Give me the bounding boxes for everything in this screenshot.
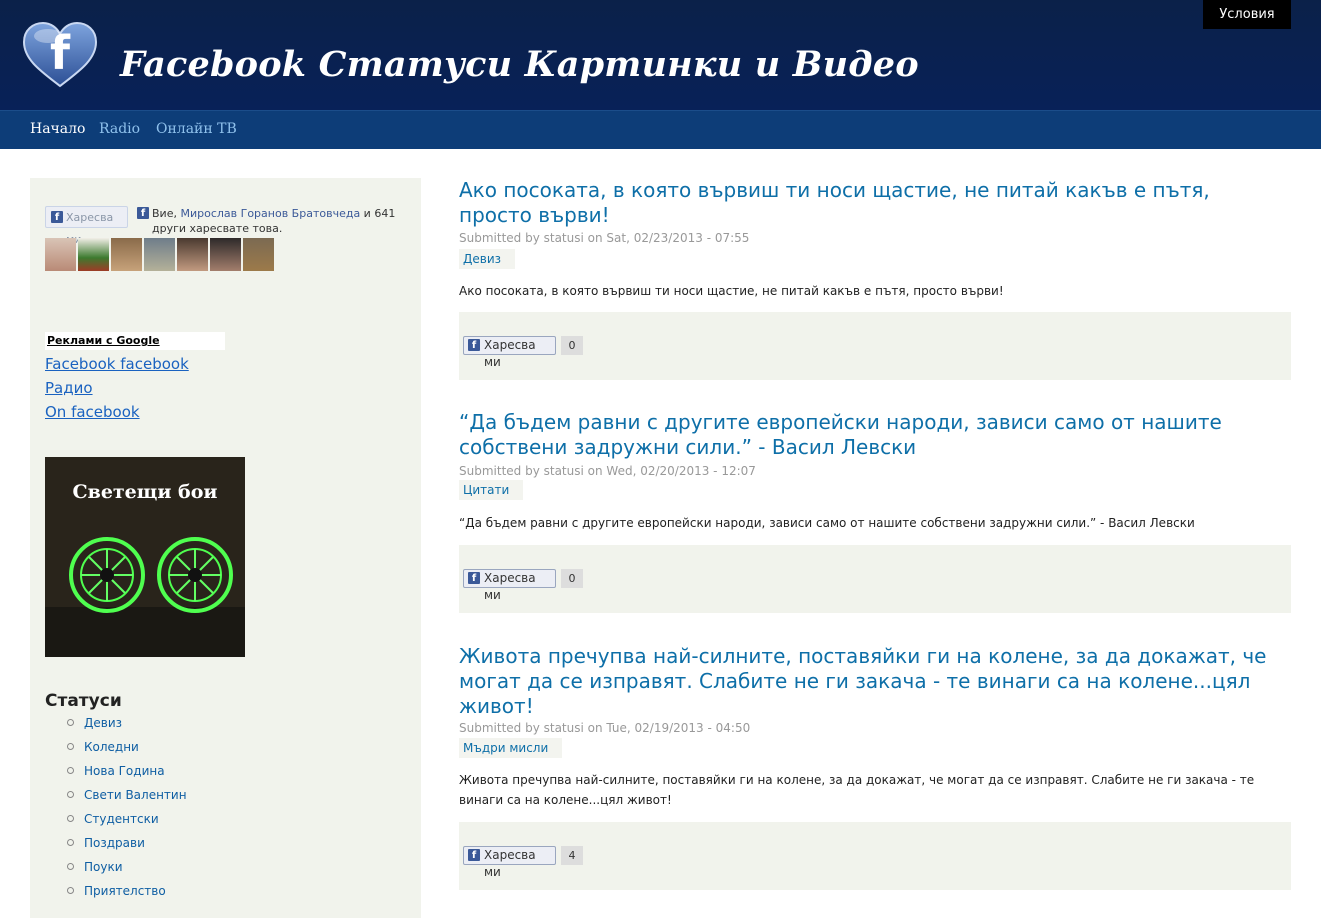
avatar[interactable] bbox=[45, 238, 76, 271]
category-link[interactable]: Приятелство bbox=[84, 884, 166, 898]
bullet-icon bbox=[67, 743, 74, 750]
category-link[interactable]: Поуки bbox=[84, 860, 123, 874]
like-button[interactable]: f Харесва ми bbox=[463, 846, 556, 879]
category-link[interactable]: Свети Валентин bbox=[84, 788, 187, 802]
google-ads-label[interactable]: Реклами с Google bbox=[45, 332, 225, 350]
ad-link-facebook[interactable]: Facebook facebook bbox=[45, 355, 189, 373]
post-tag-link[interactable]: Мъдри мисли bbox=[459, 738, 563, 758]
avatar[interactable] bbox=[210, 238, 241, 271]
site-header: f Facebook Статуси Картинки и Видео Усло… bbox=[0, 0, 1321, 110]
site-title[interactable]: Facebook Статуси Картинки и Видео bbox=[120, 44, 919, 85]
sidebar-like-button[interactable]: f Харесва ми bbox=[45, 206, 128, 246]
like-button[interactable]: f Харесва ми bbox=[463, 336, 556, 369]
category-link[interactable]: Поздрави bbox=[84, 836, 145, 850]
post-tag-link[interactable]: Цитати bbox=[459, 480, 524, 500]
category-link[interactable]: Студентски bbox=[84, 812, 159, 826]
promo-banner-glowing-paints[interactable]: Светещи бои bbox=[45, 457, 245, 657]
like-button-label: Харесва ми bbox=[484, 338, 536, 369]
like-social-text: Вие, Мирослав Горанов Братовчеда и 641 д… bbox=[152, 206, 407, 236]
like-text-prefix: Вие, bbox=[152, 207, 181, 220]
bullet-icon bbox=[67, 719, 74, 726]
facebook-heart-logo[interactable]: f bbox=[22, 21, 98, 88]
statuses-heading: Статуси bbox=[45, 691, 122, 711]
facebook-f-icon: f bbox=[468, 572, 480, 584]
avatar[interactable] bbox=[111, 238, 142, 271]
post-meta: Submitted by statusi on Sat, 02/23/2013 … bbox=[459, 231, 750, 245]
ad-link-on-facebook[interactable]: On facebook bbox=[45, 403, 140, 421]
promo-title: Светещи бои bbox=[72, 481, 218, 503]
avatar[interactable] bbox=[177, 238, 208, 271]
bullet-icon bbox=[67, 815, 74, 822]
bullet-icon bbox=[67, 887, 74, 894]
bullet-icon bbox=[67, 839, 74, 846]
nav-item-radio[interactable]: Radio bbox=[99, 121, 140, 137]
bullet-icon bbox=[67, 767, 74, 774]
sidebar: f Харесва ми f Вие, Мирослав Горанов Бра… bbox=[30, 178, 421, 918]
avatar[interactable] bbox=[243, 238, 274, 271]
bullet-icon bbox=[67, 863, 74, 870]
like-button-label: Харесва ми bbox=[484, 848, 536, 879]
like-count: 0 bbox=[561, 336, 583, 355]
post-body: Ако посоката, в която вървиш ти носи щас… bbox=[459, 284, 1004, 298]
like-count: 0 bbox=[561, 569, 583, 588]
category-link[interactable]: Нова Година bbox=[84, 764, 165, 778]
post-title-link[interactable]: Ако посоката, в която вървиш ти носи щас… bbox=[459, 178, 1279, 228]
facebook-f-icon: f bbox=[137, 207, 149, 219]
main-nav: Начало Radio Онлайн ТВ bbox=[0, 110, 1321, 149]
like-box: f Харесва ми 0 bbox=[459, 545, 1291, 613]
facebook-f-icon: f bbox=[468, 339, 480, 351]
like-box: f Харесва ми 4 bbox=[459, 822, 1291, 890]
friend-name-link[interactable]: Мирослав Горанов Братовчеда bbox=[180, 207, 360, 220]
nav-item-home[interactable]: Начало bbox=[30, 121, 85, 137]
like-box: f Харесва ми 0 bbox=[459, 312, 1291, 380]
post-title-link[interactable]: “Да бъдем равни с другите европейски нар… bbox=[459, 410, 1279, 460]
avatar[interactable] bbox=[78, 238, 109, 271]
post-meta: Submitted by statusi on Wed, 02/20/2013 … bbox=[459, 464, 756, 478]
post-body: Живота пречупва най-силните, поставяйки … bbox=[459, 773, 1255, 807]
category-link[interactable]: Девиз bbox=[84, 716, 122, 730]
avatar[interactable] bbox=[144, 238, 175, 271]
post-meta: Submitted by statusi on Tue, 02/19/2013 … bbox=[459, 721, 751, 735]
post-tag-link[interactable]: Девиз bbox=[459, 249, 516, 269]
post-body: “Да бъдем равни с другите европейски нар… bbox=[459, 516, 1195, 530]
like-count: 4 bbox=[561, 846, 583, 865]
ad-link-radio[interactable]: Радио bbox=[45, 379, 93, 397]
facebook-f-icon: f bbox=[468, 849, 480, 861]
nav-item-online-tv[interactable]: Онлайн ТВ bbox=[156, 121, 237, 137]
bullet-icon bbox=[67, 791, 74, 798]
facebook-f-letter: f bbox=[50, 26, 71, 80]
like-button-label: Харесва ми bbox=[484, 571, 536, 602]
terms-link[interactable]: Условия bbox=[1203, 0, 1291, 29]
post-title-link[interactable]: Живота пречупва най-силните, поставяйки … bbox=[459, 644, 1279, 719]
category-link[interactable]: Коледни bbox=[84, 740, 139, 754]
like-button[interactable]: f Харесва ми bbox=[463, 569, 556, 602]
facebook-f-icon: f bbox=[51, 211, 63, 223]
